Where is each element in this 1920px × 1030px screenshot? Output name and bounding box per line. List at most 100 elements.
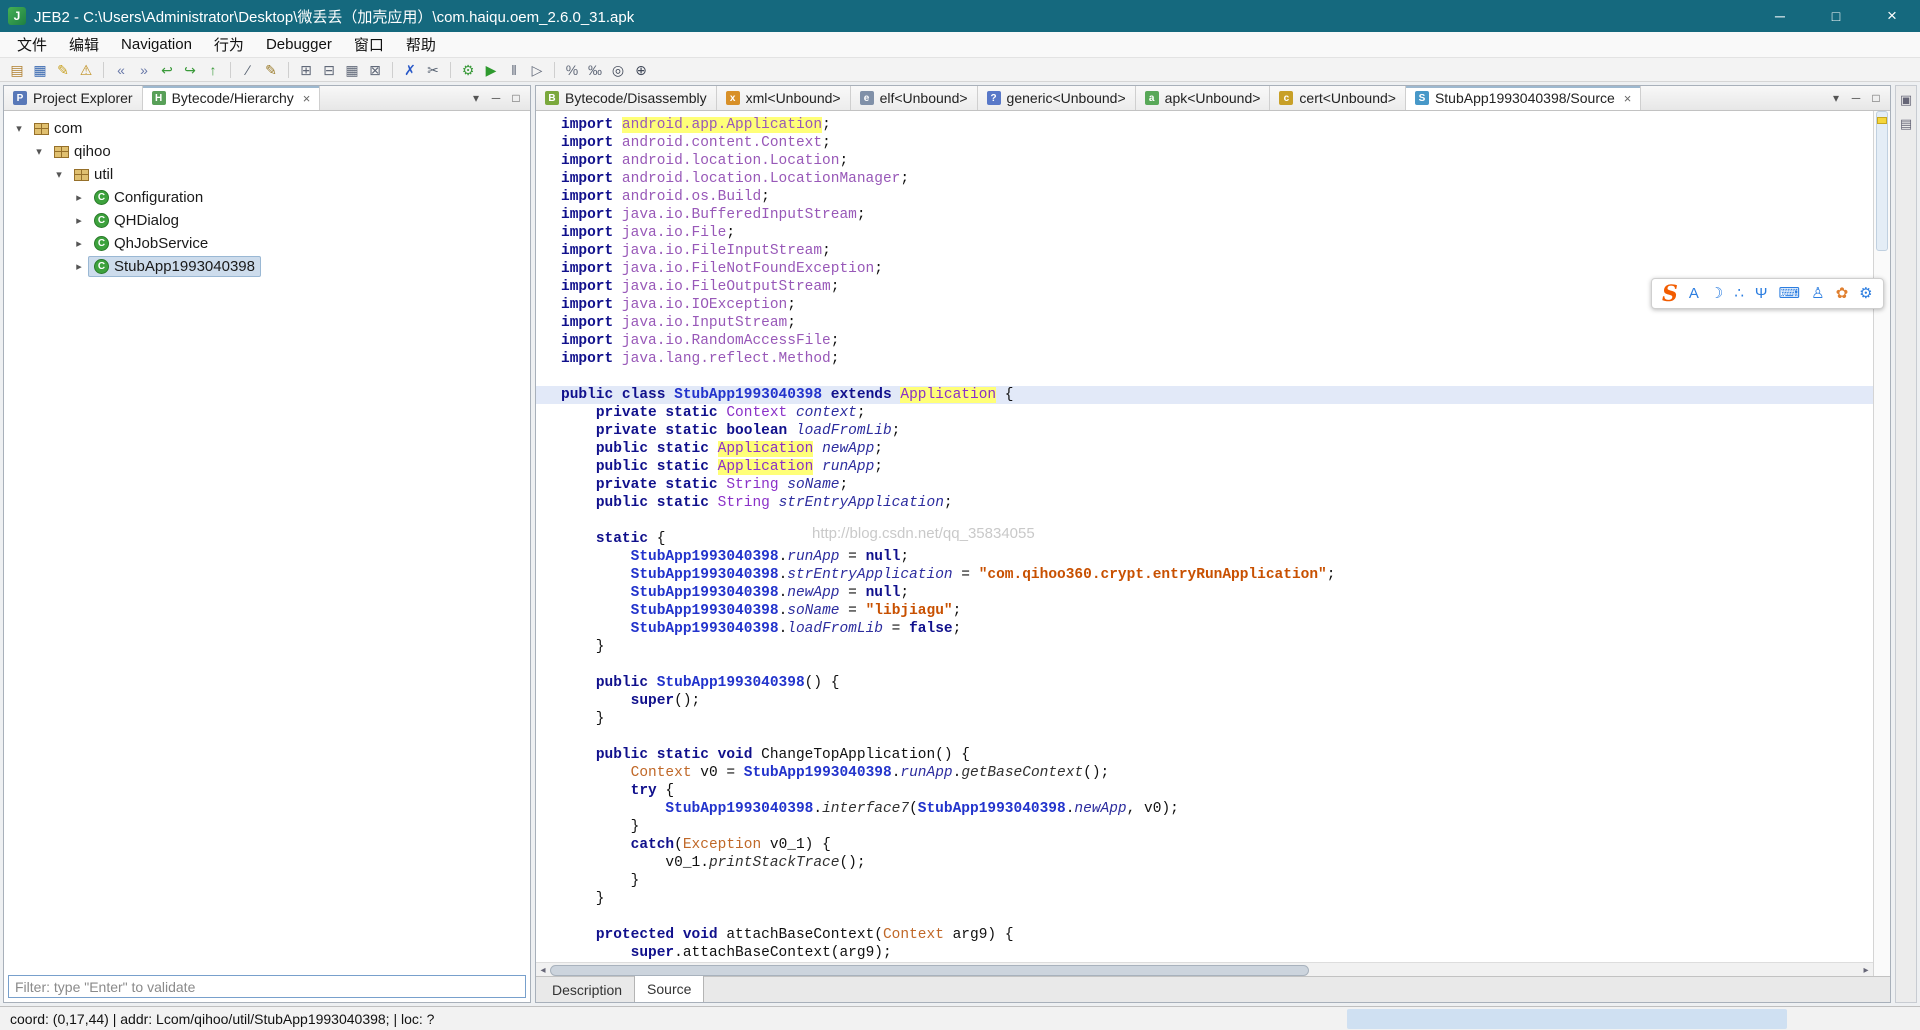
columns-view-button[interactable]: ⊟ xyxy=(318,60,340,80)
resume-button[interactable]: ▷ xyxy=(526,60,548,80)
account-icon[interactable]: ♙ xyxy=(1811,286,1824,301)
code-line[interactable]: private static String soName; xyxy=(536,476,1873,494)
tree-item-com[interactable]: ▾com xyxy=(4,117,530,140)
code-line[interactable]: import java.io.InputStream; xyxy=(536,314,1873,332)
code-line[interactable]: private static boolean loadFromLib; xyxy=(536,422,1873,440)
tab-apk[interactable]: aapk<Unbound> xyxy=(1136,86,1271,110)
code-line[interactable]: import java.lang.reflect.Method; xyxy=(536,350,1873,368)
code-line[interactable]: Context v0 = StubApp1993040398.runApp.ge… xyxy=(536,764,1873,782)
code-line[interactable]: StubApp1993040398.newApp = null; xyxy=(536,584,1873,602)
code-line[interactable]: public StubApp1993040398() { xyxy=(536,674,1873,692)
tree-item-configuration[interactable]: ▸CConfiguration xyxy=(4,186,530,209)
pause-button[interactable]: ‖ xyxy=(503,60,525,80)
chevron-expanded-icon[interactable]: ▾ xyxy=(10,122,28,135)
code-line[interactable]: StubApp1993040398.loadFromLib = false; xyxy=(536,620,1873,638)
menu-item-file[interactable]: 文件 xyxy=(6,31,58,58)
overview-ruler[interactable] xyxy=(1873,111,1890,976)
h-scrollbar-thumb[interactable] xyxy=(550,965,1309,976)
v-scrollbar-thumb[interactable] xyxy=(1876,111,1888,251)
code-line[interactable] xyxy=(536,512,1873,530)
editor-view-menu-icon[interactable]: ▾ xyxy=(1826,91,1846,105)
chevron-collapsed-icon[interactable]: ▸ xyxy=(70,237,88,250)
mic-icon[interactable]: Ψ xyxy=(1755,286,1768,301)
code-line[interactable] xyxy=(536,728,1873,746)
minimize-button[interactable]: ─ xyxy=(1752,0,1808,32)
close-tab-icon[interactable]: × xyxy=(303,91,311,106)
scroll-left-icon[interactable]: ◂ xyxy=(536,965,550,976)
menu-item-window[interactable]: 窗口 xyxy=(343,31,395,58)
history-back-button[interactable]: « xyxy=(110,60,132,80)
code-line[interactable]: StubApp1993040398.runApp = null; xyxy=(536,548,1873,566)
code-line[interactable]: public static void ChangeTopApplication(… xyxy=(536,746,1873,764)
chevron-collapsed-icon[interactable]: ▸ xyxy=(70,214,88,227)
bottom-tab-source[interactable]: Source xyxy=(634,976,704,1002)
code-line[interactable] xyxy=(536,656,1873,674)
table-view-button[interactable]: ⊞ xyxy=(295,60,317,80)
code-line[interactable] xyxy=(536,908,1873,926)
code-line[interactable] xyxy=(536,368,1873,386)
tab-bytecode-disassembly[interactable]: BBytecode/Disassembly xyxy=(536,86,717,110)
toolbox-icon[interactable]: ⚙ xyxy=(1859,286,1872,301)
code-line[interactable]: public static String strEntryApplication… xyxy=(536,494,1873,512)
maximize-button[interactable]: □ xyxy=(1808,0,1864,32)
permille-button[interactable]: ‰ xyxy=(584,60,606,80)
code-line[interactable]: v0_1.printStackTrace(); xyxy=(536,854,1873,872)
tree-item-stubapp1993040398[interactable]: ▸CStubApp1993040398 xyxy=(4,255,530,278)
hex-view-button[interactable]: ▦ xyxy=(341,60,363,80)
code-line[interactable]: import java.io.FileNotFoundException; xyxy=(536,260,1873,278)
code-line[interactable]: import android.os.Build; xyxy=(536,188,1873,206)
menu-item-action[interactable]: 行为 xyxy=(203,31,255,58)
code-line[interactable]: import android.content.Context; xyxy=(536,134,1873,152)
bottom-tab-description[interactable]: Description xyxy=(540,977,634,1002)
restore-view-icon[interactable]: ▣ xyxy=(1900,92,1912,108)
tree-item-util[interactable]: ▾util xyxy=(4,163,530,186)
code-line[interactable]: } xyxy=(536,818,1873,836)
tab-elf[interactable]: eelf<Unbound> xyxy=(851,86,978,110)
code-line[interactable]: } xyxy=(536,638,1873,656)
tree-item-qhdialog[interactable]: ▸CQHDialog xyxy=(4,209,530,232)
scroll-right-icon[interactable]: ▸ xyxy=(1859,965,1873,976)
code-line[interactable]: StubApp1993040398.soName = "libjiagu"; xyxy=(536,602,1873,620)
code-line[interactable]: } xyxy=(536,872,1873,890)
code-line[interactable]: try { xyxy=(536,782,1873,800)
chevron-collapsed-icon[interactable]: ▸ xyxy=(70,260,88,273)
editor-minimize-panel-icon[interactable]: ─ xyxy=(1846,91,1866,105)
restore-editor-icon[interactable]: ▤ xyxy=(1900,116,1912,132)
code-line[interactable]: public static Application runApp; xyxy=(536,458,1873,476)
code-line[interactable]: super.attachBaseContext(arg9); xyxy=(536,944,1873,962)
paw-icon[interactable]: ∴ xyxy=(1734,286,1744,301)
tab-generic[interactable]: ?generic<Unbound> xyxy=(978,86,1136,110)
menu-item-navigation[interactable]: Navigation xyxy=(110,33,203,56)
sogou-logo-icon[interactable]: S xyxy=(1662,283,1678,305)
warning-button[interactable]: ⚠ xyxy=(75,60,97,80)
save-all-button[interactable]: ▦ xyxy=(29,60,51,80)
tree-item-qhjobservice[interactable]: ▸CQhJobService xyxy=(4,232,530,255)
code-line[interactable]: import java.io.FileInputStream; xyxy=(536,242,1873,260)
font-size-icon[interactable]: A xyxy=(1689,286,1699,301)
tab-stubapp-source[interactable]: SStubApp1993040398/Source× xyxy=(1406,86,1641,110)
h-scrollbar-track[interactable] xyxy=(550,964,1859,977)
filter-input[interactable] xyxy=(8,975,526,998)
code-line[interactable]: private static Context context; xyxy=(536,404,1873,422)
cut-button[interactable]: ✂ xyxy=(422,60,444,80)
tab-cert[interactable]: ccert<Unbound> xyxy=(1270,86,1406,110)
debug-config-button[interactable]: ⚙ xyxy=(457,60,479,80)
rename-button[interactable]: ✎ xyxy=(260,60,282,80)
search-button[interactable]: ◎ xyxy=(607,60,629,80)
tab-xml[interactable]: xxml<Unbound> xyxy=(717,86,851,110)
editor-maximize-panel-icon[interactable]: □ xyxy=(1866,91,1886,105)
view-tab-bytecode-hierarchy[interactable]: HBytecode/Hierarchy× xyxy=(143,86,321,110)
menu-item-debugger[interactable]: Debugger xyxy=(255,33,343,56)
view-tab-project-explorer[interactable]: PProject Explorer xyxy=(4,86,143,110)
maximize-panel-icon[interactable]: □ xyxy=(506,91,526,105)
code-line[interactable]: public class StubApp1993040398 extends A… xyxy=(536,386,1873,404)
comment-button[interactable]: ∕ xyxy=(237,60,259,80)
code-line[interactable]: import android.location.Location; xyxy=(536,152,1873,170)
nav-forward-button[interactable]: ↪ xyxy=(179,60,201,80)
code-line[interactable]: } xyxy=(536,890,1873,908)
go-up-button[interactable]: ↑ xyxy=(202,60,224,80)
code-line[interactable]: super(); xyxy=(536,692,1873,710)
code-line[interactable]: public static Application newApp; xyxy=(536,440,1873,458)
chevron-expanded-icon[interactable]: ▾ xyxy=(50,168,68,181)
nav-back-button[interactable]: ↩ xyxy=(156,60,178,80)
